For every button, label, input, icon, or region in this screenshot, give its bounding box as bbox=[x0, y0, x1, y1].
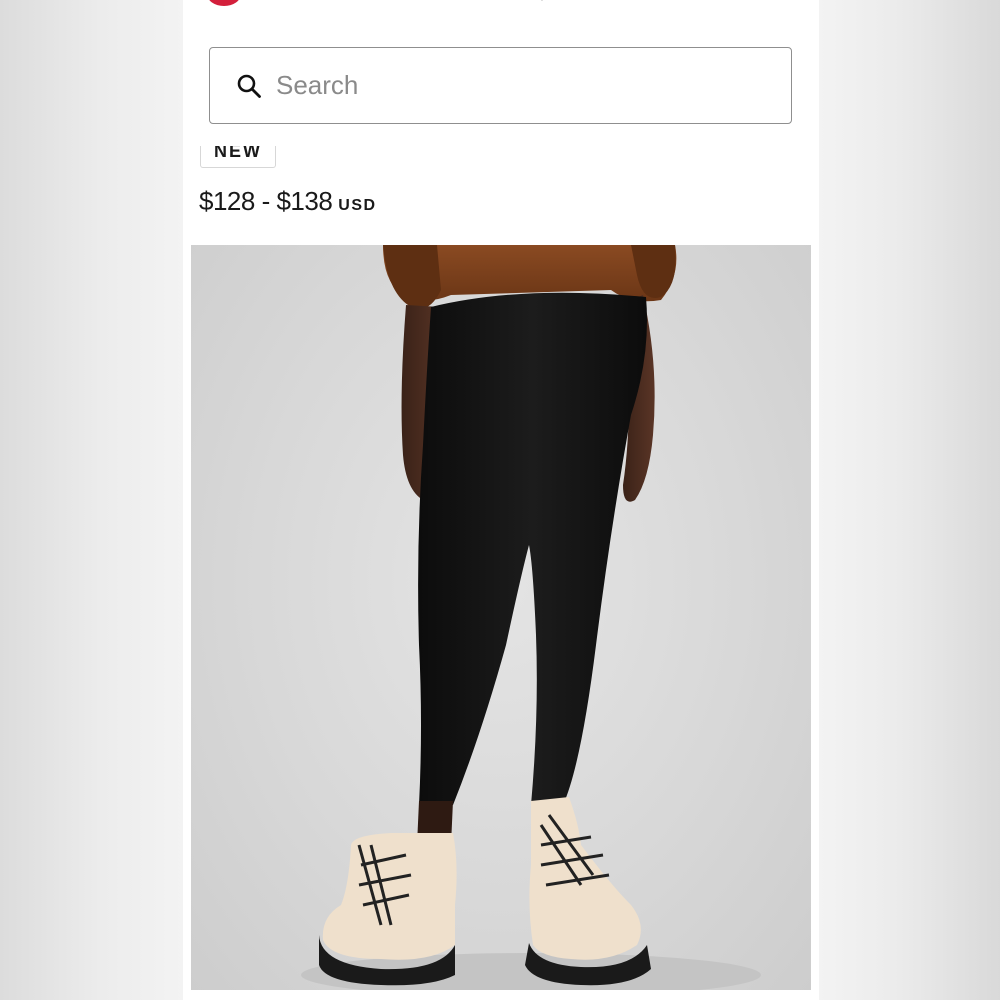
product-image[interactable] bbox=[191, 245, 811, 990]
store-icon[interactable] bbox=[598, 0, 640, 8]
location-icon[interactable] bbox=[449, 0, 477, 8]
mobile-screen: NEW $128 - $138USD bbox=[183, 0, 819, 1000]
product-price: $128 - $138 USD bbox=[199, 186, 377, 217]
price-currency: USD bbox=[338, 197, 377, 214]
search-icon bbox=[237, 74, 261, 98]
account-icon[interactable] bbox=[371, 0, 399, 8]
bag-icon[interactable] bbox=[684, 0, 712, 8]
wishlist-icon[interactable] bbox=[528, 0, 556, 8]
model-wearing-black-leggings bbox=[301, 245, 761, 990]
lululemon-logo[interactable] bbox=[207, 0, 241, 6]
search-input[interactable] bbox=[274, 69, 758, 102]
search-bar[interactable] bbox=[209, 47, 792, 124]
header bbox=[183, 0, 819, 146]
background-blur-right bbox=[819, 0, 1000, 1000]
price-range: $128 - $138 bbox=[199, 186, 333, 216]
background-blur-left bbox=[0, 0, 183, 1000]
